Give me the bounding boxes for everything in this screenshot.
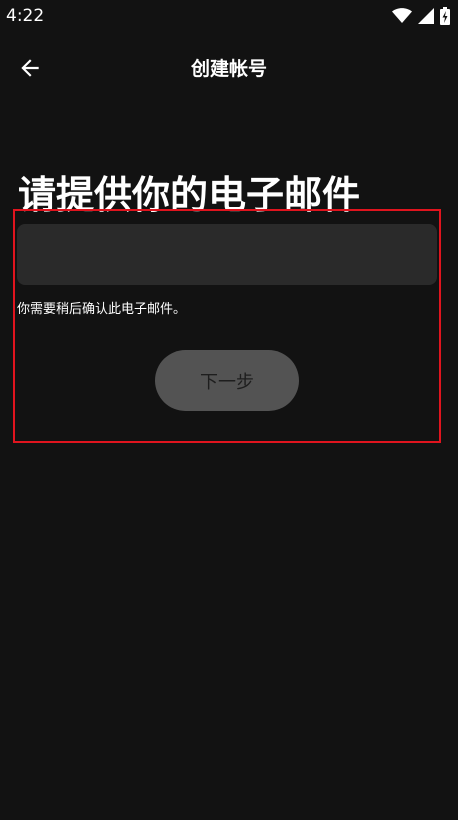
status-time: 4:22 bbox=[6, 6, 45, 26]
email-helper-text: 你需要稍后确认此电子邮件。 bbox=[17, 302, 187, 317]
battery-charging-icon bbox=[440, 7, 450, 25]
page-title: 创建帐号 bbox=[190, 58, 267, 80]
status-bar: 4:22 bbox=[0, 0, 458, 32]
app-bar: 创建帐号 bbox=[0, 40, 458, 96]
create-account-screen: 4:22 创建帐号 请提供你的电子邮件 你需要稍后确认此电子邮件。 下一步 bbox=[0, 0, 458, 820]
email-heading: 请提供你的电子邮件 bbox=[18, 173, 361, 217]
status-icons bbox=[392, 6, 450, 26]
next-button[interactable]: 下一步 bbox=[155, 350, 299, 411]
wifi-icon bbox=[392, 8, 412, 23]
email-input[interactable] bbox=[17, 224, 437, 285]
cellular-signal-icon bbox=[418, 8, 434, 24]
